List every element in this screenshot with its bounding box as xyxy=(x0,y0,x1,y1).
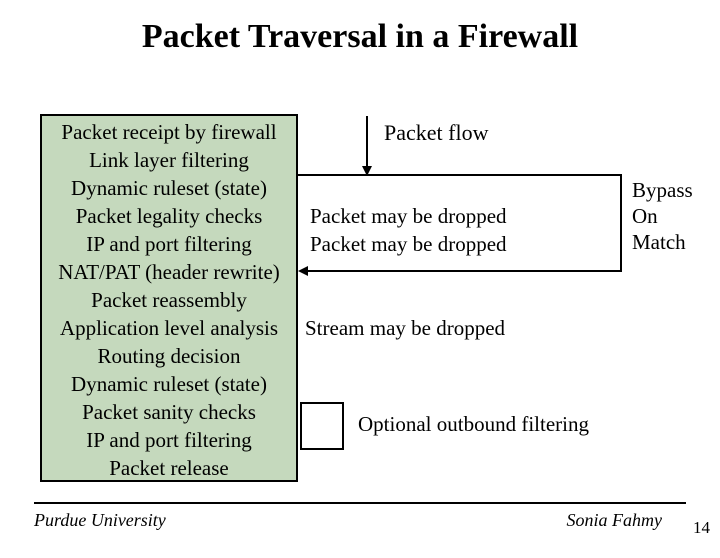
bypass-arrowhead xyxy=(298,266,308,276)
bypass-vert-line xyxy=(620,174,622,272)
drop-label-1: Packet may be dropped xyxy=(310,204,507,229)
step-6: Packet reassembly xyxy=(42,286,296,314)
slide-title: Packet Traversal in a Firewall xyxy=(0,18,720,56)
bypass-label-1: Bypass xyxy=(632,178,693,203)
bypass-top-line xyxy=(298,174,622,176)
step-2: Dynamic ruleset (state) xyxy=(42,174,296,202)
packet-flow-arrow-line xyxy=(366,116,368,168)
step-12: Packet release xyxy=(42,454,296,482)
footer-right: Sonia Fahmy xyxy=(567,510,662,531)
footer-divider xyxy=(34,502,686,504)
page-number: 14 xyxy=(693,518,710,538)
outbound-box xyxy=(300,402,344,450)
step-1: Link layer filtering xyxy=(42,146,296,174)
bypass-label-3: Match xyxy=(632,230,686,255)
step-10: Packet sanity checks xyxy=(42,398,296,426)
bypass-bottom-line xyxy=(308,270,622,272)
step-9: Dynamic ruleset (state) xyxy=(42,370,296,398)
packet-flow-label: Packet flow xyxy=(384,120,488,146)
step-0: Packet receipt by firewall xyxy=(42,118,296,146)
drop-label-3: Stream may be dropped xyxy=(305,316,505,341)
step-3: Packet legality checks xyxy=(42,202,296,230)
step-4: IP and port filtering xyxy=(42,230,296,258)
step-11: IP and port filtering xyxy=(42,426,296,454)
footer-left: Purdue University xyxy=(34,510,166,531)
bypass-label-2: On xyxy=(632,204,658,229)
step-7: Application level analysis xyxy=(42,314,296,342)
drop-label-2: Packet may be dropped xyxy=(310,232,507,257)
pipeline-box: Packet receipt by firewall Link layer fi… xyxy=(40,114,298,482)
outbound-label: Optional outbound filtering xyxy=(358,412,589,437)
step-8: Routing decision xyxy=(42,342,296,370)
step-5: NAT/PAT (header rewrite) xyxy=(42,258,296,286)
